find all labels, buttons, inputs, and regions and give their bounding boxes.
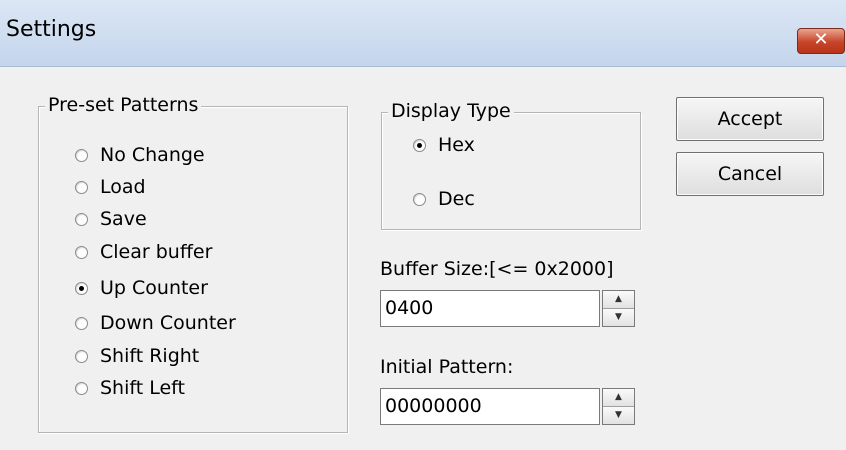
radio-load[interactable]: Load: [75, 175, 146, 199]
preset-patterns-legend: Pre-set Patterns: [45, 94, 202, 116]
preset-patterns-group: Pre-set Patterns No Change Load Save Cle…: [38, 94, 348, 433]
radio-down-counter[interactable]: Down Counter: [75, 311, 236, 335]
initial-pattern-spin-control: ▲ ▼: [602, 388, 635, 425]
radio-button[interactable]: [75, 148, 88, 162]
buffer-size-label: Buffer Size:[<= 0x2000]: [380, 258, 614, 280]
close-icon: ✕: [813, 29, 829, 50]
radio-label: Hex: [438, 134, 475, 156]
radio-label: Dec: [438, 188, 475, 210]
radio-dec[interactable]: Dec: [413, 187, 475, 211]
radio-shift-right[interactable]: Shift Right: [75, 344, 199, 368]
radio-shift-left[interactable]: Shift Left: [75, 376, 185, 400]
radio-button[interactable]: [413, 192, 426, 206]
radio-label: Clear buffer: [100, 241, 213, 263]
radio-label: Save: [100, 208, 147, 230]
radio-label: Shift Right: [100, 345, 200, 367]
title-bar: Settings ✕: [0, 0, 846, 67]
buffer-size-input[interactable]: 0400: [380, 290, 600, 327]
radio-clear-buffer[interactable]: Clear buffer: [75, 240, 212, 264]
radio-label: No Change: [100, 144, 205, 166]
radio-no-change[interactable]: No Change: [75, 143, 205, 167]
radio-button-selected[interactable]: [75, 281, 88, 295]
accept-button[interactable]: Accept: [676, 97, 824, 141]
display-type-legend: Display Type: [388, 100, 514, 122]
close-button[interactable]: ✕: [797, 28, 845, 54]
display-type-group: Display Type Hex Dec: [381, 100, 641, 230]
radio-button[interactable]: [75, 245, 88, 259]
radio-button[interactable]: [75, 212, 88, 226]
spin-down-arrow-icon[interactable]: ▼: [603, 309, 634, 326]
radio-label: Shift Left: [100, 377, 185, 399]
spin-up-arrow-icon[interactable]: ▲: [603, 291, 634, 309]
radio-hex[interactable]: Hex: [413, 133, 475, 157]
radio-button[interactable]: [75, 316, 88, 330]
radio-button[interactable]: [75, 381, 88, 395]
radio-button[interactable]: [75, 349, 88, 363]
spin-down-arrow-icon[interactable]: ▼: [603, 407, 634, 424]
radio-save[interactable]: Save: [75, 207, 147, 231]
radio-label: Up Counter: [100, 277, 208, 299]
radio-button-selected[interactable]: [413, 138, 426, 152]
window-title: Settings: [6, 17, 97, 42]
spin-up-arrow-icon[interactable]: ▲: [603, 389, 634, 407]
radio-label: Load: [100, 176, 146, 198]
radio-up-counter[interactable]: Up Counter: [75, 276, 208, 300]
buffer-size-spin-control: ▲ ▼: [602, 290, 635, 327]
radio-button[interactable]: [75, 180, 88, 194]
initial-pattern-input[interactable]: 00000000: [380, 388, 600, 425]
initial-pattern-label: Initial Pattern:: [380, 356, 514, 378]
cancel-button[interactable]: Cancel: [676, 152, 824, 196]
radio-label: Down Counter: [100, 312, 236, 334]
